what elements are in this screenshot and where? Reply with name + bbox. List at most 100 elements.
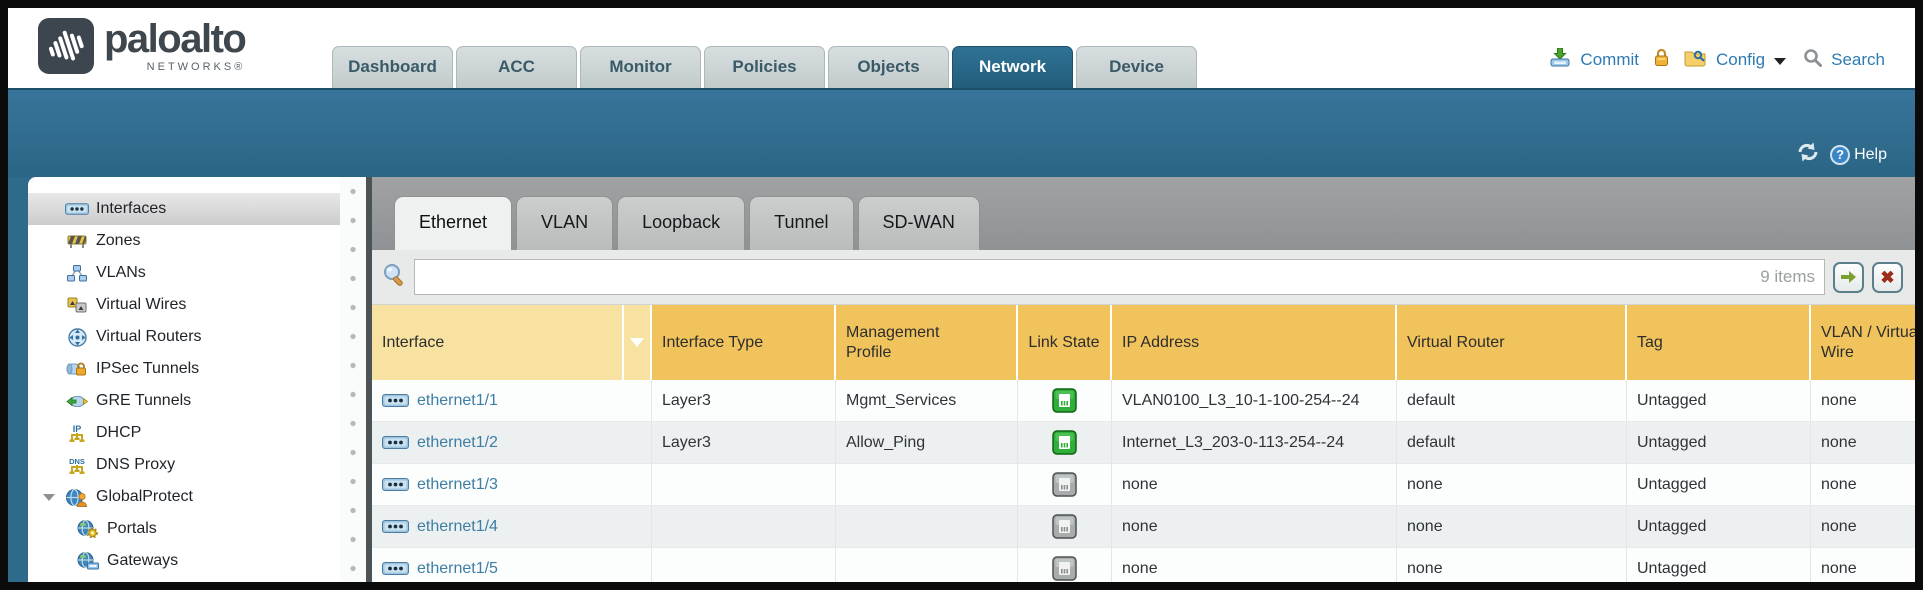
tab-monitor[interactable]: Monitor [580,46,701,88]
interface-link[interactable]: ethernet1/1 [417,392,498,410]
config-caret-icon[interactable] [1774,58,1786,65]
cell-virtual-router: none [1397,506,1627,548]
tab-network[interactable]: Network [952,46,1073,88]
sidebar-nav: Interfaces Zones VLANs [28,177,340,582]
sidebar-item-vlans[interactable]: VLANs [28,257,340,289]
tab-objects[interactable]: Objects [828,46,949,88]
cell-vlan-wire: none [1811,506,1915,548]
cell-link-state [1018,422,1112,464]
filter-input[interactable] [414,259,1825,295]
ipsec-tunnels-icon [65,361,89,377]
dhcp-icon: IP [65,424,89,443]
sidebar-item-dhcp[interactable]: IP DHCP [28,417,340,449]
clear-x-icon: ✖ [1880,269,1894,286]
tab-device[interactable]: Device [1076,46,1197,88]
column-header-tag[interactable]: Tag [1627,305,1811,380]
interface-icon [382,562,409,575]
interface-icon [382,394,409,407]
cell-management-profile: Allow_Ping [836,422,1018,464]
subtab-ethernet[interactable]: Ethernet [394,196,512,250]
column-header-virtual-router[interactable]: Virtual Router [1397,305,1627,380]
column-header-link-state[interactable]: Link State [1018,305,1112,380]
commit-icon[interactable] [1549,48,1571,73]
column-header-interface[interactable]: Interface [372,305,624,380]
cell-vlan-wire: none [1811,422,1915,464]
cell-tag: Untagged [1627,380,1811,422]
subtab-tunnel[interactable]: Tunnel [749,196,853,250]
help-icon[interactable]: ? [1830,145,1850,165]
interface-link[interactable]: ethernet1/5 [417,560,498,578]
clear-filter-button[interactable]: ✖ [1872,262,1903,293]
table-row: ethernet1/2 Layer3 Allow_Ping Internet_L… [372,422,1915,464]
cell-ip-address: none [1112,548,1397,582]
sidebar-item-label: Portals [107,520,157,538]
sidebar-item-zones[interactable]: Zones [28,225,340,257]
sidebar-item-portals[interactable]: Portals [28,513,340,545]
tab-acc[interactable]: ACC [456,46,577,88]
config-button[interactable]: Config [1716,50,1765,70]
sidebar-item-label: Virtual Wires [96,296,186,314]
search-icon[interactable] [1803,48,1822,72]
virtual-routers-icon [65,328,89,347]
apply-filter-button[interactable] [1833,262,1864,293]
sidebar-item-virtual-wires[interactable]: Virtual Wires [28,289,340,321]
cell-tag: Untagged [1627,506,1811,548]
cell-link-state [1018,464,1112,506]
header-utilities: Commit Config [1549,38,1885,82]
cell-interface-type [652,464,836,506]
paloalto-logo: paloalto NETWORKS® [38,18,245,74]
subtab-loopback[interactable]: Loopback [617,196,745,250]
column-header-interface-type[interactable]: Interface Type [652,305,836,380]
cell-interface-type [652,548,836,582]
cell-virtual-router: none [1397,548,1627,582]
sidebar-item-globalprotect[interactable]: GlobalProtect [28,481,340,513]
tab-dashboard[interactable]: Dashboard [332,46,453,88]
portals-icon [76,520,100,538]
sidebar-item-virtual-routers[interactable]: Virtual Routers [28,321,340,353]
cell-tag: Untagged [1627,548,1811,582]
table-row: ethernet1/3 none none Untagged none [372,464,1915,506]
cell-vlan-wire: none [1811,548,1915,582]
vlans-icon [65,265,89,282]
subtab-vlan[interactable]: VLAN [516,196,613,250]
sidebar-item-label: VLANs [96,264,146,282]
cell-interface-type [652,506,836,548]
cell-management-profile [836,548,1018,582]
help-link[interactable]: Help [1854,146,1887,164]
paloalto-logo-icon [38,18,94,74]
interface-link[interactable]: ethernet1/4 [417,518,498,536]
sidebar-item-label: DNS Proxy [96,456,175,474]
column-header-vlan-wire[interactable]: VLAN / Virtual Wire [1811,305,1915,380]
cell-vlan-wire: none [1811,380,1915,422]
table-header-row: Interface Interface Type Management Prof… [372,305,1915,380]
table-row: ethernet1/5 none none Untagged none [372,548,1915,582]
column-header-management-profile[interactable]: Management Profile [836,305,1018,380]
column-header-ip-address[interactable]: IP Address [1112,305,1397,380]
sidebar-item-ipsec-tunnels[interactable]: IPSec Tunnels [28,353,340,385]
link-state-icon-up [1052,388,1077,413]
lock-icon[interactable] [1654,48,1669,72]
cell-interface: ethernet1/1 [372,380,652,422]
sidebar-item-label: Interfaces [96,200,166,218]
interface-link[interactable]: ethernet1/3 [417,476,498,494]
logo-wave-bars [45,26,87,66]
cell-interface: ethernet1/4 [372,506,652,548]
tab-policies[interactable]: Policies [704,46,825,88]
interface-link[interactable]: ethernet1/2 [417,434,498,452]
search-button[interactable]: Search [1831,50,1885,70]
sidebar-item-gateways[interactable]: Gateways [28,545,340,577]
cell-management-profile: Mgmt_Services [836,380,1018,422]
sidebar-item-dns-proxy[interactable]: DNS DNS Proxy [28,449,340,481]
sidebar-item-interfaces[interactable]: Interfaces [28,193,340,225]
refresh-icon[interactable] [1796,142,1820,167]
subtab-sdwan[interactable]: SD-WAN [858,196,980,250]
sidebar-item-gre-tunnels[interactable]: GRE Tunnels [28,385,340,417]
config-icon[interactable] [1684,48,1707,72]
commit-button[interactable]: Commit [1580,50,1639,70]
interfaces-icon [65,203,89,215]
expander-icon[interactable] [43,494,55,501]
virtual-wires-icon [65,297,89,313]
sidebar-item-label: GRE Tunnels [96,392,191,410]
sidebar-splitter[interactable] [340,177,366,582]
column-sort-menu[interactable] [624,305,652,380]
